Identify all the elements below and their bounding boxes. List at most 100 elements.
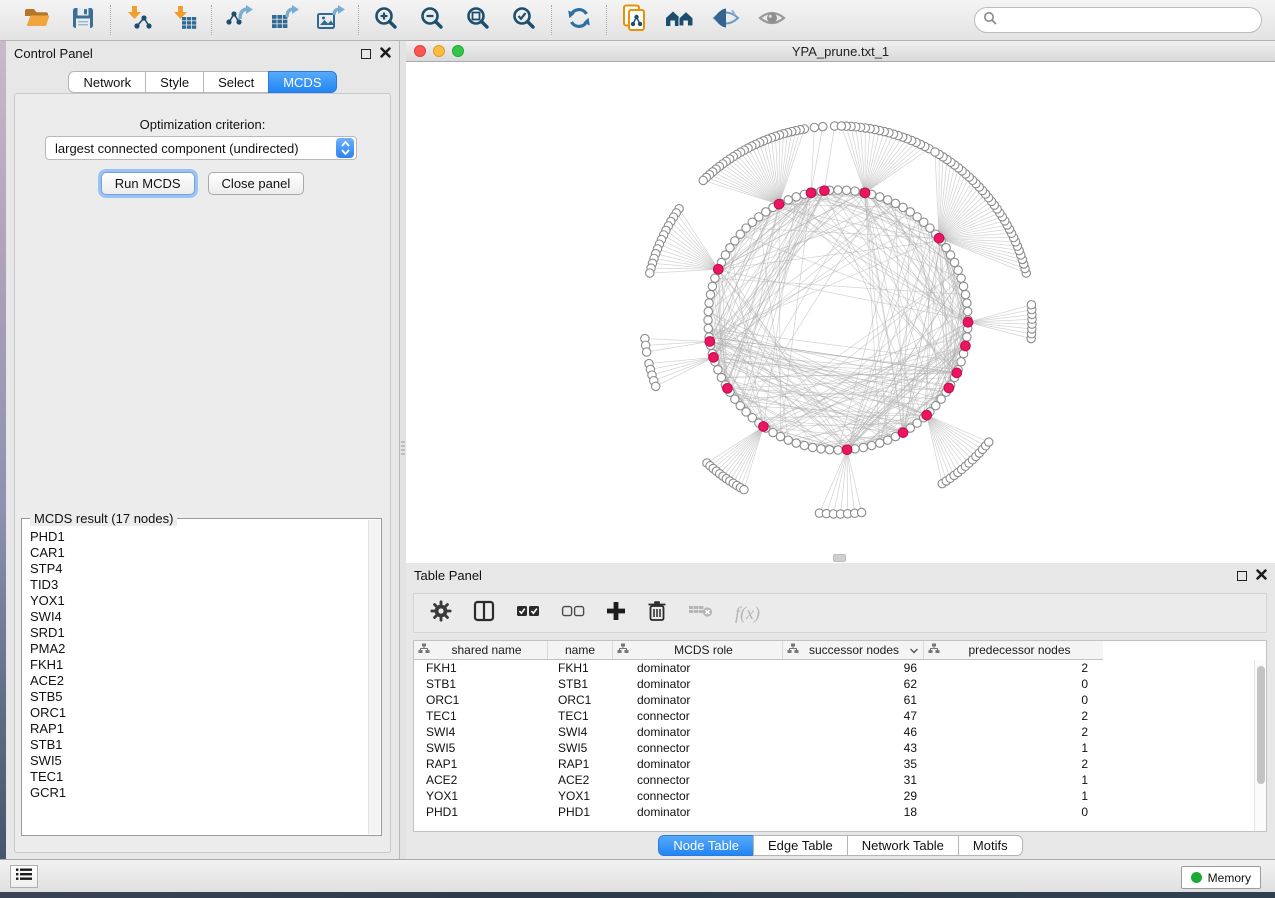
float-panel-icon[interactable] bbox=[361, 49, 371, 59]
mcds-result-item[interactable]: YOX1 bbox=[30, 593, 368, 609]
network-node[interactable] bbox=[876, 439, 884, 447]
mcds-result-item[interactable]: STP4 bbox=[30, 561, 368, 577]
table-row[interactable]: TEC1TEC1connector472 bbox=[414, 708, 1254, 724]
network-node[interactable] bbox=[817, 445, 825, 453]
export-table-button[interactable] bbox=[270, 6, 300, 34]
mcds-hub-node[interactable] bbox=[963, 317, 973, 327]
network-leaf-node[interactable] bbox=[810, 123, 818, 131]
run-mcds-button[interactable]: Run MCDS bbox=[101, 172, 195, 195]
table-row[interactable]: STB1STB1dominator620 bbox=[414, 676, 1254, 692]
network-leaf-node[interactable] bbox=[985, 438, 993, 446]
network-canvas[interactable] bbox=[406, 62, 1275, 563]
mcds-hub-node[interactable] bbox=[952, 368, 962, 378]
network-node[interactable] bbox=[834, 186, 842, 194]
tab-style[interactable]: Style bbox=[145, 71, 204, 93]
table-row[interactable]: FKH1FKH1dominator962 bbox=[414, 660, 1254, 676]
table-row[interactable]: RAP1RAP1dominator352 bbox=[414, 756, 1254, 772]
column-header-mcds-role[interactable]: MCDS role bbox=[613, 641, 783, 659]
show-graphics-button[interactable] bbox=[757, 6, 787, 34]
network-leaf-node[interactable] bbox=[857, 508, 865, 516]
tab-node-table[interactable]: Node Table bbox=[658, 835, 754, 856]
mcds-hub-node[interactable] bbox=[774, 199, 784, 209]
network-leaf-node[interactable] bbox=[642, 348, 650, 356]
table-row[interactable]: PHD1PHD1dominator180 bbox=[414, 804, 1254, 820]
mcds-result-item[interactable]: FKH1 bbox=[30, 657, 368, 673]
mcds-hub-node[interactable] bbox=[723, 384, 733, 394]
network-node[interactable] bbox=[784, 196, 792, 204]
network-node[interactable] bbox=[792, 439, 800, 447]
tab-select[interactable]: Select bbox=[203, 71, 269, 93]
mcds-hub-node[interactable] bbox=[860, 188, 870, 198]
memory-button[interactable]: Memory bbox=[1181, 866, 1261, 889]
network-node[interactable] bbox=[704, 316, 712, 324]
network-leaf-node[interactable] bbox=[837, 122, 845, 130]
network-node[interactable] bbox=[957, 274, 965, 282]
close-panel-icon[interactable] bbox=[380, 45, 391, 63]
delete-column-button[interactable] bbox=[647, 600, 667, 627]
mcds-hub-node[interactable] bbox=[922, 410, 932, 420]
network-node[interactable] bbox=[800, 441, 808, 449]
close-panel-button[interactable]: Close panel bbox=[208, 172, 305, 195]
network-leaf-node[interactable] bbox=[819, 122, 827, 130]
mcds-result-item[interactable]: SWI5 bbox=[30, 753, 368, 769]
network-node[interactable] bbox=[851, 187, 859, 195]
search-input[interactable] bbox=[1002, 13, 1253, 27]
zoom-selected-button[interactable] bbox=[509, 6, 539, 34]
network-node[interactable] bbox=[964, 307, 972, 315]
open-file-button[interactable] bbox=[22, 6, 52, 34]
network-node[interactable] bbox=[842, 186, 850, 194]
column-header-shared-name[interactable]: shared name bbox=[414, 641, 548, 659]
table-row[interactable]: ACE2ACE2connector311 bbox=[414, 772, 1254, 788]
network-node[interactable] bbox=[859, 443, 867, 451]
search-field[interactable] bbox=[974, 7, 1262, 33]
network-node[interactable] bbox=[961, 290, 969, 298]
table-row[interactable]: YOX1YOX1connector291 bbox=[414, 788, 1254, 804]
network-node[interactable] bbox=[959, 282, 967, 290]
network-node[interactable] bbox=[711, 274, 719, 282]
network-node[interactable] bbox=[963, 333, 971, 341]
column-header-predecessor-nodes[interactable]: predecessor nodes bbox=[924, 641, 1103, 659]
network-graph[interactable] bbox=[406, 62, 1275, 563]
column-header-successor-nodes[interactable]: successor nodes bbox=[783, 641, 924, 659]
tab-network[interactable]: Network bbox=[68, 71, 146, 93]
network-from-file-button[interactable] bbox=[619, 6, 649, 34]
tab-network-table[interactable]: Network Table bbox=[847, 835, 959, 856]
table-scrollbar[interactable] bbox=[1254, 660, 1266, 831]
column-settings-button[interactable] bbox=[430, 600, 452, 627]
network-node[interactable] bbox=[891, 199, 899, 207]
table-row[interactable]: SWI4SWI4dominator462 bbox=[414, 724, 1254, 740]
network-node[interactable] bbox=[834, 446, 842, 454]
mcds-hub-node[interactable] bbox=[714, 264, 724, 274]
import-network-button[interactable] bbox=[123, 6, 153, 34]
network-window-titlebar[interactable]: YPA_prune.txt_1 bbox=[406, 41, 1275, 62]
mcds-hub-node[interactable] bbox=[961, 341, 971, 351]
network-leaf-node[interactable] bbox=[1027, 301, 1035, 309]
mcds-result-item[interactable]: ORC1 bbox=[30, 705, 368, 721]
network-node[interactable] bbox=[957, 358, 965, 366]
zoom-fit-button[interactable] bbox=[463, 6, 493, 34]
network-node[interactable] bbox=[706, 290, 714, 298]
network-node[interactable] bbox=[808, 443, 816, 451]
column-header-name[interactable]: name bbox=[548, 641, 613, 659]
table-row[interactable]: ORC1ORC1dominator610 bbox=[414, 692, 1254, 708]
zoom-in-button[interactable] bbox=[371, 6, 401, 34]
network-leaf-node[interactable] bbox=[651, 382, 659, 390]
network-node[interactable] bbox=[784, 436, 792, 444]
mcds-hub-node[interactable] bbox=[709, 353, 719, 363]
mcds-result-item[interactable]: GCR1 bbox=[30, 785, 368, 801]
mcds-hub-node[interactable] bbox=[898, 428, 908, 438]
deselect-all-button[interactable] bbox=[561, 604, 585, 623]
network-leaf-node[interactable] bbox=[646, 269, 654, 277]
network-node[interactable] bbox=[876, 193, 884, 201]
refresh-button[interactable] bbox=[564, 6, 594, 34]
network-node[interactable] bbox=[708, 282, 716, 290]
network-node[interactable] bbox=[714, 366, 722, 374]
network-node[interactable] bbox=[704, 307, 712, 315]
network-node[interactable] bbox=[884, 196, 892, 204]
import-table-button[interactable] bbox=[169, 6, 199, 34]
network-node[interactable] bbox=[825, 446, 833, 454]
mcds-hub-node[interactable] bbox=[820, 186, 830, 196]
mcds-result-item[interactable]: SWI4 bbox=[30, 609, 368, 625]
network-leaf-node[interactable] bbox=[699, 176, 707, 184]
network-node[interactable] bbox=[963, 299, 971, 307]
